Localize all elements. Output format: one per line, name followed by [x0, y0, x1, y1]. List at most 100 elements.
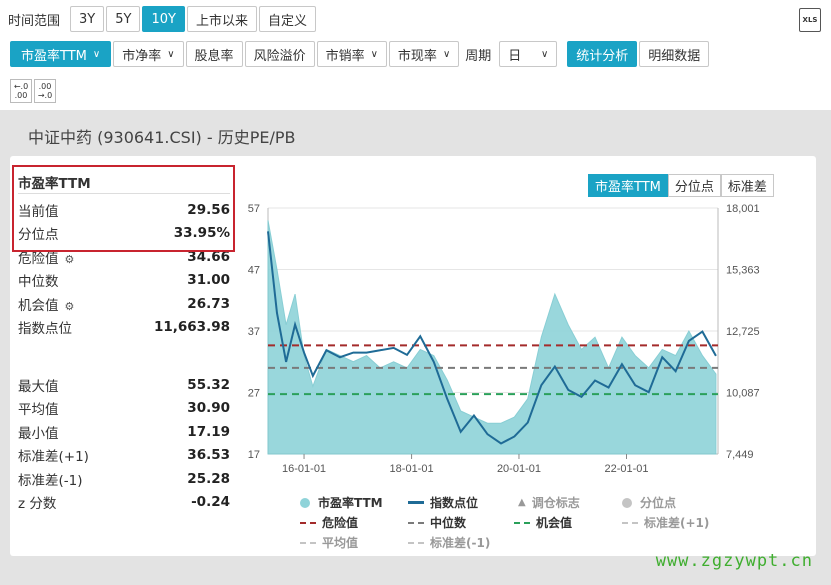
stat-label: 危险值 [18, 250, 59, 267]
stat-avg: 平均值 30.90 [18, 397, 230, 421]
right-tick-label: 10,087 [726, 388, 760, 400]
chart-tabs: 市盈率TTM 分位点 标准差 [588, 174, 774, 197]
stat-label: 标准差(-1) [18, 472, 83, 489]
range-since-listing-button[interactable]: 上市以来 [186, 6, 257, 32]
range-3y-button[interactable]: 3Y [70, 6, 105, 32]
metric-ps-dropdown[interactable]: 市销率 ∨ [316, 41, 387, 67]
period-label: 周期 [465, 48, 492, 64]
decrease-decimal-icon[interactable]: ←.0.00 [10, 79, 32, 103]
stat-value: 26.73 [187, 295, 230, 312]
chevron-down-icon: ∨ [92, 48, 101, 60]
left-tick-label: 57 [248, 203, 260, 215]
stat-label: 最小值 [18, 425, 59, 442]
legend-sd-minus[interactable]: 标准差(-1) [408, 534, 490, 551]
legend-label: 标准差(-1) [430, 536, 491, 550]
range-10y-button[interactable]: 10Y [142, 6, 185, 32]
legend-percentile[interactable]: 分位点 [622, 494, 676, 511]
tab-pe-ttm[interactable]: 市盈率TTM [588, 174, 668, 197]
legend-chance[interactable]: 机会值 [514, 514, 572, 531]
metric-pcf-label: 市现率 [397, 48, 437, 64]
stat-label: 平均值 [18, 402, 59, 419]
stat-median: 中位数 31.00 [18, 269, 230, 293]
page-title: 中证中药 (930641.CSI) - 历史PE/PB [28, 128, 296, 147]
view-stats-button[interactable]: 统计分析 [567, 41, 638, 67]
stat-value: 30.90 [187, 400, 230, 417]
legend-median[interactable]: 中位数 [408, 514, 466, 531]
gear-icon[interactable]: ⚙ [65, 253, 75, 266]
metric-pcf-dropdown[interactable]: 市现率 ∨ [388, 41, 460, 67]
legend-index[interactable]: 指数点位 [408, 494, 478, 511]
legend-label: 标准差(+1) [644, 516, 710, 530]
metric-pb-dropdown[interactable]: 市净率 ∨ [113, 41, 184, 67]
increase-decimal-icon[interactable]: .00 →.0 [34, 79, 56, 103]
pe-area [267, 220, 717, 455]
gear-icon[interactable]: ⚙ [65, 300, 75, 313]
stat-value: 36.53 [187, 447, 230, 464]
legend-avg[interactable]: 平均值 [300, 534, 358, 551]
x-tick-label: 18-01-01 [390, 463, 434, 475]
stat-value: 55.32 [187, 376, 230, 393]
stat-label: 指数点位 [18, 321, 72, 338]
tab-std-dev[interactable]: 标准差 [720, 174, 774, 197]
legend-adjust[interactable]: ▲ 调仓标志 [518, 494, 580, 511]
left-tick-label: 17 [248, 449, 260, 461]
dash-icon [408, 541, 424, 544]
stat-value: 11,663.98 [153, 319, 230, 336]
view-detail-button[interactable]: 明细数据 [639, 41, 710, 67]
range-custom-button[interactable]: 自定义 [258, 6, 316, 32]
legend-sd-plus[interactable]: 标准差(+1) [622, 514, 709, 531]
stat-label: 机会值 [18, 297, 59, 314]
dash-icon [300, 541, 316, 544]
stat-index: 指数点位 11,663.98 [18, 316, 230, 340]
metric-dividend-button[interactable]: 股息率 [185, 41, 243, 67]
triangle-icon: ▲ [518, 497, 526, 508]
circle-icon [300, 497, 310, 508]
metric-pe-ttm-label: 市盈率TTM [21, 48, 87, 64]
legend-label: 指数点位 [430, 496, 479, 510]
range-5y-button[interactable]: 5Y [106, 6, 141, 32]
chevron-down-icon: ∨ [167, 48, 175, 60]
stat-z: z 分数 -0.24 [18, 491, 230, 515]
time-range-toolbar: 时间范围 3Y 5Y 10Y 上市以来 自定义 [8, 6, 318, 32]
left-tick-label: 27 [248, 388, 260, 400]
watermark: www.zgzywpt.cn [655, 551, 813, 571]
stat-sd-plus: 标准差(+1) 36.53 [18, 444, 230, 468]
export-xls-icon[interactable]: XLS [799, 8, 821, 32]
right-tick-label: 18,001 [726, 203, 760, 215]
legend-pe[interactable]: 市盈率TTM [300, 494, 383, 511]
metric-toolbar: 市盈率TTM ∨ 市净率 ∨ 股息率 风险溢价 市销率 ∨ 市现率 ∨ 周期 日 ∨ 统计… [10, 41, 711, 67]
stat-label: z 分数 [18, 496, 57, 513]
metric-risk-premium-button[interactable]: 风险溢价 [244, 41, 315, 67]
period-select[interactable]: 日 ∨ [499, 41, 558, 67]
metric-pb-label: 市净率 [122, 48, 162, 64]
right-tick-label: 12,725 [726, 326, 760, 338]
stat-max: 最大值 55.32 [18, 373, 230, 397]
decimal-toolbar: ←.0.00 .00 →.0 [10, 79, 58, 103]
x-tick-label: 22-01-01 [604, 463, 648, 475]
stat-value: 31.00 [187, 272, 230, 289]
metric-ps-label: 市销率 [325, 48, 365, 64]
metric-pe-ttm-dropdown[interactable]: 市盈率TTM ∨ [10, 41, 112, 67]
stat-label: 标准差(+1) [18, 449, 89, 466]
chevron-down-icon: ∨ [442, 48, 451, 60]
legend-label: 市盈率TTM [318, 496, 383, 510]
stat-label: 最大值 [18, 378, 59, 395]
right-tick-label: 15,363 [726, 265, 760, 277]
stat-label: 中位数 [18, 274, 59, 291]
dash-icon [408, 521, 424, 524]
stat-value: 25.28 [187, 470, 230, 487]
left-tick-label: 47 [248, 265, 260, 277]
legend-label: 中位数 [430, 516, 467, 530]
chevron-down-icon: ∨ [370, 48, 378, 60]
stat-value: -0.24 [191, 494, 230, 511]
stat-chance: 机会值 ⚙ 26.73 [18, 292, 230, 316]
legend-danger[interactable]: 危险值 [300, 514, 358, 531]
pe-chart: 57 47 37 27 17 18,001 15,363 12,725 10,087 7,449 1… [248, 203, 760, 475]
chevron-down-icon: ∨ [540, 48, 549, 60]
tab-percentile[interactable]: 分位点 [667, 174, 721, 197]
legend-label: 危险值 [322, 516, 359, 530]
legend-label: 分位点 [640, 496, 677, 510]
circle-icon [622, 497, 632, 508]
x-tick-label: 16-01-01 [282, 463, 326, 475]
dash-icon [514, 521, 530, 524]
